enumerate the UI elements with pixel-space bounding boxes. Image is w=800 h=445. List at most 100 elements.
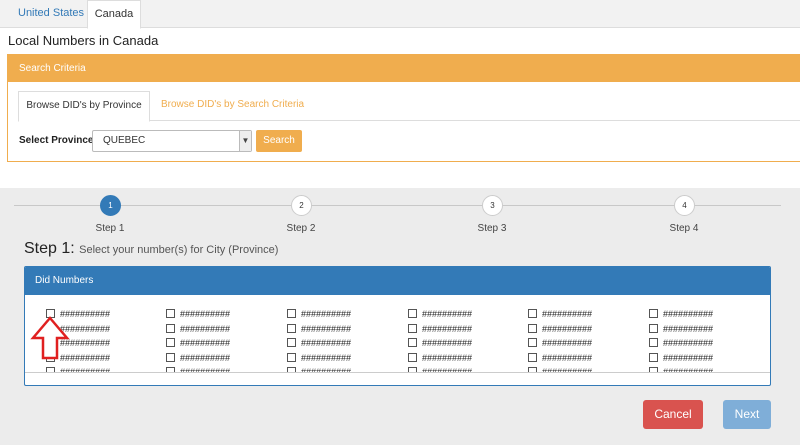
did-number-label: ########## [301, 323, 352, 334]
did-number-item[interactable]: ########## [287, 351, 351, 366]
did-number-label: ########## [542, 323, 593, 334]
did-number-item[interactable]: ########## [649, 307, 713, 322]
checkbox[interactable] [166, 367, 175, 372]
did-number-label: ########## [301, 352, 352, 363]
did-number-label: ########## [663, 338, 714, 348]
did-number-item[interactable]: ########## [649, 336, 713, 351]
checkbox[interactable] [166, 352, 175, 362]
checkbox[interactable] [528, 338, 537, 348]
stepper-line [14, 205, 781, 206]
did-number-item[interactable]: ########## [408, 365, 473, 373]
spacer [0, 162, 800, 188]
checkbox[interactable] [408, 323, 417, 333]
step-3-dot[interactable]: 3 [482, 195, 503, 216]
checkbox[interactable] [287, 309, 296, 319]
did-number-item[interactable]: ########## [528, 351, 592, 366]
did-number-item[interactable]: ########## [649, 365, 714, 373]
did-number-item[interactable]: ########## [287, 307, 351, 322]
checkbox[interactable] [408, 352, 417, 362]
did-number-item[interactable]: ########## [287, 365, 352, 373]
did-number-label: ########## [60, 367, 111, 373]
checkbox[interactable] [649, 323, 658, 333]
step-2-label: Step 2 [286, 223, 316, 234]
chevron-down-icon: ▼ [239, 131, 251, 151]
step-heading-subtitle: Select your number(s) for City (Province… [79, 244, 279, 256]
did-number-item[interactable]: ########## [649, 322, 713, 337]
did-number-item[interactable]: ########## [287, 322, 351, 337]
did-number-label: ########## [542, 367, 593, 373]
did-number-item[interactable]: ########## [408, 336, 472, 351]
checkbox[interactable] [649, 338, 658, 348]
page-title: Local Numbers in Canada [8, 33, 159, 48]
did-number-item[interactable]: ########## [46, 365, 111, 373]
did-number-item[interactable]: ########## [528, 336, 592, 351]
checkbox[interactable] [528, 352, 537, 362]
checkbox[interactable] [649, 352, 658, 362]
did-number-label: ########## [663, 309, 714, 319]
checkbox[interactable] [166, 338, 175, 348]
checkbox[interactable] [287, 352, 296, 362]
tab-canada[interactable]: Canada [87, 0, 141, 29]
did-column: ########## ########## ########## ##########… [287, 307, 352, 373]
checkbox[interactable] [528, 367, 537, 372]
did-number-label: ########## [422, 309, 473, 319]
step-3-label: Step 3 [477, 223, 507, 234]
did-number-item[interactable]: ########## [408, 307, 472, 322]
search-button[interactable]: Search [256, 130, 302, 152]
checkbox[interactable] [528, 309, 537, 319]
did-number-item[interactable]: ########## [166, 351, 230, 366]
did-column: ########## ########## ########## ##########… [408, 307, 473, 373]
checkbox[interactable] [649, 367, 658, 372]
did-number-label: ########## [422, 367, 473, 373]
red-arrow-annotation [30, 316, 70, 360]
checkbox[interactable] [528, 323, 537, 333]
did-number-label: ########## [542, 352, 593, 363]
tab-united-states[interactable]: United States [8, 0, 94, 28]
checkbox[interactable] [166, 309, 175, 319]
did-number-item[interactable]: ########## [166, 307, 230, 322]
did-number-item[interactable]: ########## [287, 336, 351, 351]
did-number-label: ########## [180, 352, 231, 363]
did-number-label: ########## [663, 323, 714, 334]
did-column: ########## ########## ########## ##########… [166, 307, 231, 373]
tab-browse-by-province[interactable]: Browse DID's by Province [18, 91, 150, 122]
did-number-label: ########## [180, 309, 231, 319]
checkbox[interactable] [287, 323, 296, 333]
cancel-button[interactable]: Cancel [643, 400, 703, 429]
province-label: Select Province [19, 135, 94, 146]
checkbox[interactable] [166, 323, 175, 333]
did-number-label: ########## [301, 367, 352, 373]
did-numbers-panel: Did Numbers ########## ########## ########… [24, 266, 771, 386]
did-column: ########## ########## ########## ##########… [649, 307, 714, 373]
search-criteria-panel: Search Criteria Browse DID's by Province… [7, 54, 800, 162]
checkbox[interactable] [408, 338, 417, 348]
checkbox[interactable] [287, 367, 296, 372]
checkbox[interactable] [408, 367, 417, 372]
step-heading: Step 1: Select your number(s) for City (… [24, 240, 278, 258]
did-number-label: ########## [663, 352, 714, 363]
checkbox[interactable] [408, 309, 417, 319]
step-4-dot[interactable]: 4 [674, 195, 695, 216]
did-number-item[interactable]: ########## [528, 365, 593, 373]
did-number-label: ########## [663, 367, 714, 373]
did-number-item[interactable]: ########## [528, 307, 592, 322]
checkbox[interactable] [649, 309, 658, 319]
did-number-item[interactable]: ########## [166, 365, 231, 373]
province-select[interactable]: QUEBEC ▼ [92, 130, 252, 152]
did-number-item[interactable]: ########## [166, 336, 230, 351]
did-number-item[interactable]: ########## [166, 322, 230, 337]
next-button[interactable]: Next [723, 400, 771, 429]
step-2-dot[interactable]: 2 [291, 195, 312, 216]
did-number-item[interactable]: ########## [649, 351, 713, 366]
did-number-label: ########## [542, 309, 593, 319]
did-number-item[interactable]: ########## [408, 351, 472, 366]
did-number-label: ########## [180, 367, 231, 373]
checkbox[interactable] [287, 338, 296, 348]
step-1-dot[interactable]: 1 [100, 195, 121, 216]
step-4-label: Step 4 [669, 223, 699, 234]
did-number-item[interactable]: ########## [528, 322, 592, 337]
province-select-value: QUEBEC [103, 135, 146, 146]
checkbox[interactable] [46, 367, 55, 372]
did-number-item[interactable]: ########## [408, 322, 472, 337]
tab-browse-by-search-criteria[interactable]: Browse DID's by Search Criteria [161, 91, 304, 121]
